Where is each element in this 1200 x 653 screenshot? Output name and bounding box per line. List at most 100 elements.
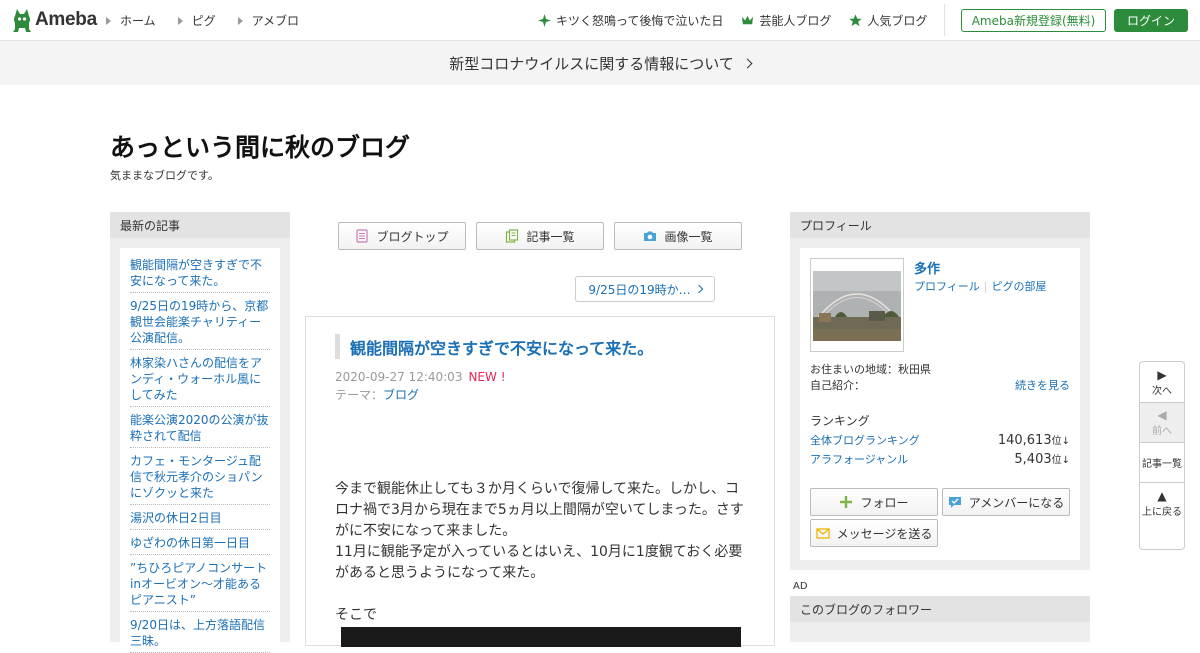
latest-article-link[interactable]: カフェ・モンタージュ配信で秋元孝介のショパンにゾクッと来た <box>130 448 270 505</box>
blog-top-label: ブログトップ <box>376 229 449 244</box>
celebrity-blog-link[interactable]: 芸能人ブログ <box>741 12 831 29</box>
blog-top-icon <box>356 229 369 243</box>
overall-ranking-value: 140,613位↓ <box>998 432 1070 448</box>
entry-paragraph: 今まで観能休止しても３か月くらいで復帰して来た。しかし、コロナ禍で3月から現在ま… <box>335 481 744 539</box>
message-label: メッセージを送る <box>836 526 933 541</box>
profile-avatar[interactable] <box>810 258 904 352</box>
sparkle-icon <box>538 14 551 27</box>
entry-body: 今まで観能休止しても３か月くらいで復帰して来た。しかし、コロナ禍で3月から現在ま… <box>335 479 747 626</box>
ranking-unit: 位 <box>1051 455 1062 466</box>
entry-title[interactable]: 観能間隔が空きすぎで不安になって来た。 <box>335 334 653 359</box>
popular-blog-link[interactable]: 人気ブログ <box>849 12 927 29</box>
ad-label: AD <box>793 581 808 592</box>
nav-pigg-link[interactable]: ピグ <box>177 12 216 29</box>
profile-info: お住まいの地域：秋田県 自己紹介： <box>810 362 931 394</box>
article-list-button[interactable]: 記事一覧 <box>476 222 604 250</box>
entry-image[interactable] <box>341 627 741 647</box>
article-list-label: 記事一覧 <box>526 229 575 244</box>
theme-label: テーマ： <box>335 388 384 402</box>
article-list-icon <box>506 229 519 243</box>
latest-article-link[interactable]: ゆざわの休日第一日目 <box>130 530 270 555</box>
back-to-top-label: 上に戻る <box>1142 506 1182 518</box>
entry-date-row: 2020-09-27 12:40:03 NEW ! <box>335 370 506 384</box>
global-nav-right: キツく怒鳴って後悔で泣いた日 芸能人ブログ 人気ブログ <box>538 12 945 29</box>
play-left-icon: ◀ <box>1157 408 1167 422</box>
image-list-button[interactable]: 画像一覧 <box>614 222 742 250</box>
register-button[interactable]: Ameba新規登録(無料) <box>961 9 1106 32</box>
nav-ameblo-link[interactable]: アメブロ <box>237 12 300 29</box>
trending-topic-label: キツく怒鳴って後悔で泣いた日 <box>556 14 724 28</box>
blog-nav-buttons: ブログトップ 記事一覧 画像一覧 <box>338 222 752 250</box>
ranking-row: アラフォージャンル 5,403位↓ <box>810 451 1070 467</box>
back-to-top-button[interactable]: ▲ 上に戻る <box>1140 483 1184 523</box>
genre-ranking-value: 5,403位↓ <box>1014 451 1070 467</box>
prev-entry-button[interactable]: ◀ 前へ <box>1140 403 1184 442</box>
latest-articles-box: 最新の記事 観能間隔が空きすぎで不安になって来た。 9/25日の19時から、京都… <box>110 212 290 653</box>
ranking-heading: ランキング <box>810 414 870 428</box>
profile-location: お住まいの地域：秋田県 <box>810 363 931 376</box>
latest-article-link[interactable]: ”ちひろピアノコンサートinオービオン〜才能あるピアニスト” <box>130 555 270 612</box>
latest-article-link[interactable]: 観能間隔が空きすぎで不安になって来た。 <box>130 248 270 293</box>
pigg-room-link[interactable]: ピグの部屋 <box>992 280 1047 293</box>
latest-article-link[interactable]: 林家染ハさんの配信をアンディ・ウォーホル風にしてみた <box>130 350 270 407</box>
crown-icon <box>742 15 754 25</box>
camera-icon <box>644 231 657 241</box>
trending-topic-link[interactable]: キツく怒鳴って後悔で泣いた日 <box>538 12 723 29</box>
arrow-down-icon: ↓ <box>1061 455 1070 466</box>
profile-name[interactable]: 多作 <box>914 258 940 277</box>
ameba-mascot-icon <box>12 7 32 33</box>
blog-title[interactable]: あっという間に秋のブログ <box>110 128 410 164</box>
nav-home-link[interactable]: ホーム <box>106 12 156 29</box>
play-right-icon: ▶ <box>1157 367 1167 382</box>
latest-article-link[interactable]: 9/25日の19時から、京都観世会能楽チャリティー公演配信。 <box>130 293 270 350</box>
nav-pigg-label: ピグ <box>191 14 216 28</box>
overall-ranking-link[interactable]: 全体ブログランキング <box>810 432 920 448</box>
entry-date: 2020-09-27 12:40:03 <box>335 370 463 384</box>
plus-icon <box>840 496 853 508</box>
latest-article-link[interactable]: 9/20日は、上方落語配信三昧。 <box>130 612 270 653</box>
nav-ameblo-label: アメブロ <box>251 14 300 28</box>
profile-link[interactable]: プロフィール <box>914 280 980 293</box>
image-list-label: 画像一覧 <box>664 229 713 244</box>
login-button[interactable]: ログイン <box>1114 9 1188 32</box>
ranking-row: 全体ブログランキング 140,613位↓ <box>810 432 1070 448</box>
chevron-right-icon <box>742 58 753 68</box>
envelope-icon <box>815 528 830 539</box>
blog-entry: 観能間隔が空きすぎで不安になって来た。 2020-09-27 12:40:03 N… <box>305 316 775 647</box>
blog-top-button[interactable]: ブログトップ <box>338 222 466 250</box>
floating-nav: ▶ 次へ ◀ 前へ 記事一覧 ▲ 上に戻る <box>1139 361 1185 550</box>
profile-box: プロフィール 多作 プロフィール | ピグの部屋 お住まいの地域：秋田県 自己紹… <box>790 212 1090 570</box>
latest-article-link[interactable]: 能楽公演2020の公演が抜粋されて配信 <box>130 407 270 448</box>
entry-paragraph <box>335 584 747 605</box>
nav-home-label: ホーム <box>120 14 156 28</box>
entry-list-button[interactable]: 記事一覧 <box>1140 443 1184 482</box>
follow-button[interactable]: フォロー <box>810 488 938 516</box>
genre-ranking-link[interactable]: アラフォージャンル <box>810 451 908 467</box>
triangle-up-icon: ▲ <box>1157 488 1167 503</box>
entry-list-label: 記事一覧 <box>1142 459 1182 470</box>
blog-description: 気ままなブログです。 <box>110 169 219 182</box>
profile-links: プロフィール | ピグの部屋 <box>914 278 1047 294</box>
amember-button[interactable]: アメンバーになる <box>942 488 1070 516</box>
popular-blog-label: 人気ブログ <box>867 14 928 28</box>
celebrity-blog-label: 芸能人ブログ <box>759 14 832 28</box>
theme-link[interactable]: ブログ <box>383 388 419 402</box>
link-separator: | <box>983 280 988 293</box>
chat-bubble-icon <box>948 497 961 508</box>
star-icon <box>849 14 863 27</box>
send-message-button[interactable]: メッセージを送る <box>810 519 938 547</box>
latest-articles-list: 観能間隔が空きすぎで不安になって来た。 9/25日の19時から、京都観世会能楽チ… <box>120 248 280 653</box>
read-more-link[interactable]: 続きを見る <box>1015 377 1070 393</box>
next-post-button[interactable]: 9/25日の19時か… <box>575 276 715 302</box>
covid-notice-link[interactable]: 新型コロナウイルスに関する情報について <box>0 41 1200 85</box>
ranking-number: 5,403 <box>1014 452 1052 467</box>
logo-text: Ameba <box>35 9 97 30</box>
rainbow-photo <box>811 259 903 351</box>
next-entry-button[interactable]: ▶ 次へ <box>1140 362 1184 402</box>
ameba-logo[interactable]: Ameba <box>12 7 97 33</box>
global-header: Ameba ホーム ピグ アメブロ キツく怒鳴って後悔で泣いた日 芸能人ブログ … <box>0 0 1200 41</box>
latest-article-link[interactable]: 湯沢の休日2日目 <box>130 505 270 530</box>
global-nav-left: ホーム ピグ アメブロ <box>106 12 321 29</box>
prev-label: 前へ <box>1152 426 1172 437</box>
follow-label: フォロー <box>860 495 909 510</box>
